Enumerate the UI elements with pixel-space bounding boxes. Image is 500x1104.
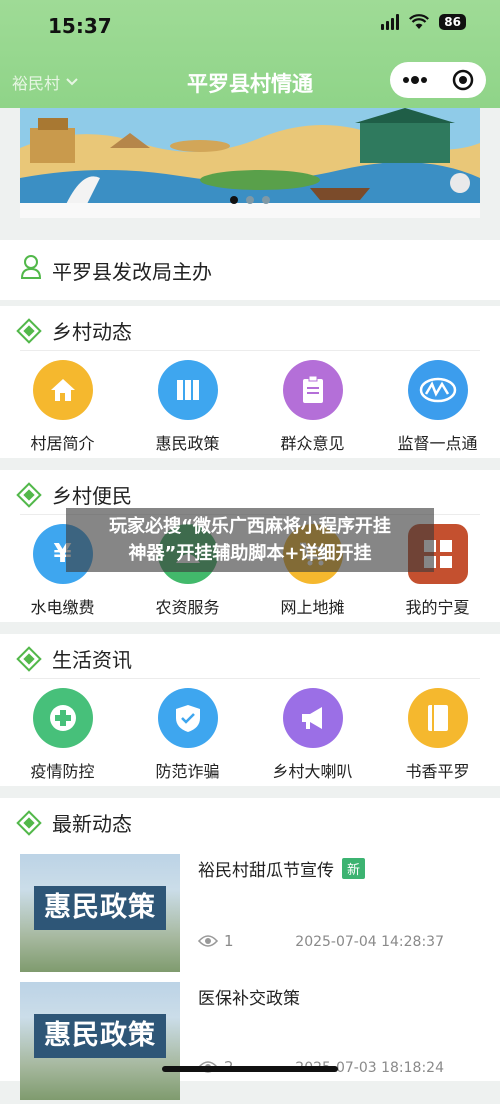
section-title: 生活资讯 bbox=[52, 648, 132, 672]
grid-item-label: 水电缴费 bbox=[30, 598, 95, 617]
grid-item-label: 群众意见 bbox=[280, 434, 345, 453]
view-count-value: 1 bbox=[224, 932, 234, 950]
status-time: 15:37 bbox=[48, 14, 112, 38]
close-target-icon[interactable] bbox=[452, 69, 474, 91]
grid-item-label: 网上地摊 bbox=[280, 598, 345, 617]
section-rural-news: 乡村动态 村居简介 惠民政策 群众意见 监督一点通 bbox=[0, 306, 500, 458]
mini-program-capsule bbox=[390, 62, 486, 98]
sponsor-card: 平罗县发改局主办 bbox=[0, 240, 500, 300]
section-title: 乡村便民 bbox=[52, 484, 132, 508]
grid-item-loudspeaker[interactable]: 乡村大喇叭 bbox=[250, 688, 375, 782]
news-title: 医保补交政策 bbox=[198, 989, 300, 1009]
grid-item-label: 惠民政策 bbox=[155, 434, 220, 453]
news-date: 2025-07-04 14:28:37 bbox=[295, 934, 444, 950]
grid-item-label: 书香平罗 bbox=[405, 762, 470, 781]
icon-grid: 村居简介 惠民政策 群众意见 监督一点通 bbox=[0, 360, 500, 454]
grid-item-supervision[interactable]: 监督一点通 bbox=[375, 360, 500, 454]
section-diamond-icon bbox=[16, 646, 42, 672]
section-diamond-icon bbox=[16, 482, 42, 508]
section-life-info: 生活资讯 疫情防控 防范诈骗 乡村大喇叭 书香平罗 bbox=[0, 634, 500, 786]
banner-carousel[interactable] bbox=[20, 108, 480, 218]
section-latest-news: 最新动态 惠民政策 裕民村甜瓜节宣传新 1 2025-07-04 14:28:3… bbox=[0, 798, 500, 1100]
ad-overlay: 玩家必搜“微乐广西麻将小程序开挂 神器”开挂辅助脚本+详细开挂 bbox=[66, 508, 434, 572]
divider bbox=[20, 678, 480, 679]
section-title: 乡村动态 bbox=[52, 320, 132, 344]
battery-indicator: 86 bbox=[439, 14, 466, 30]
book-icon bbox=[407, 688, 468, 748]
grid-item-label: 村居简介 bbox=[30, 434, 95, 453]
news-title: 裕民村甜瓜节宣传 bbox=[198, 861, 334, 881]
ad-overlay-line1: 玩家必搜“微乐广西麻将小程序开挂 bbox=[109, 516, 391, 537]
clipboard-icon bbox=[282, 360, 343, 420]
grid-item-policy[interactable]: 惠民政策 bbox=[125, 360, 250, 454]
ad-overlay-line2: 神器”开挂辅助脚本+详细开挂 bbox=[128, 543, 372, 564]
person-icon bbox=[20, 255, 42, 279]
plus-icon bbox=[32, 688, 93, 748]
thumbnail-text: 惠民政策 bbox=[34, 886, 166, 930]
status-icons: 86 bbox=[381, 14, 466, 30]
section-diamond-icon bbox=[16, 810, 42, 836]
view-count: 1 bbox=[198, 932, 234, 950]
grid-item-epidemic[interactable]: 疫情防控 bbox=[0, 688, 125, 782]
more-icon[interactable] bbox=[402, 76, 428, 84]
grid-item-label: 农资服务 bbox=[155, 598, 220, 617]
new-badge: 新 bbox=[342, 858, 366, 879]
thumbnail-text: 惠民政策 bbox=[34, 1014, 166, 1058]
carousel-indicator bbox=[20, 196, 480, 204]
shield-icon bbox=[157, 688, 218, 748]
grid-item-label: 我的宁夏 bbox=[405, 598, 470, 617]
home-indicator bbox=[162, 1066, 338, 1072]
wifi-icon bbox=[409, 14, 430, 29]
grid-item-reading[interactable]: 书香平罗 bbox=[375, 688, 500, 782]
app-header: 15:37 86 裕民村 平罗县村情通 bbox=[0, 0, 500, 108]
news-item[interactable]: 惠民政策 裕民村甜瓜节宣传新 1 2025-07-04 14:28:37 bbox=[0, 854, 500, 976]
news-thumbnail: 惠民政策 bbox=[20, 854, 180, 972]
megaphone-icon bbox=[282, 688, 343, 748]
news-thumbnail: 惠民政策 bbox=[20, 982, 180, 1100]
books-icon bbox=[157, 360, 218, 420]
signal-icon bbox=[381, 14, 400, 30]
monitor-logo-icon bbox=[407, 360, 468, 420]
eye-icon bbox=[198, 935, 218, 947]
sponsor-text: 平罗县发改局主办 bbox=[52, 260, 212, 284]
grid-item-label: 防范诈骗 bbox=[155, 762, 220, 781]
grid-item-village-intro[interactable]: 村居简介 bbox=[0, 360, 125, 454]
grid-item-label: 监督一点通 bbox=[397, 434, 478, 453]
house-icon bbox=[32, 360, 93, 420]
grid-item-anti-fraud[interactable]: 防范诈骗 bbox=[125, 688, 250, 782]
icon-grid: 疫情防控 防范诈骗 乡村大喇叭 书香平罗 bbox=[0, 688, 500, 782]
grid-item-opinions[interactable]: 群众意见 bbox=[250, 360, 375, 454]
grid-item-label: 乡村大喇叭 bbox=[272, 762, 353, 781]
section-title: 最新动态 bbox=[52, 812, 132, 836]
section-diamond-icon bbox=[16, 318, 42, 344]
grid-item-label: 疫情防控 bbox=[30, 762, 95, 781]
news-item[interactable]: 惠民政策 医保补交政策 2 2025-07-03 18:18:24 bbox=[0, 982, 500, 1104]
news-title-row: 裕民村甜瓜节宣传新 bbox=[198, 856, 366, 881]
divider bbox=[20, 350, 480, 351]
